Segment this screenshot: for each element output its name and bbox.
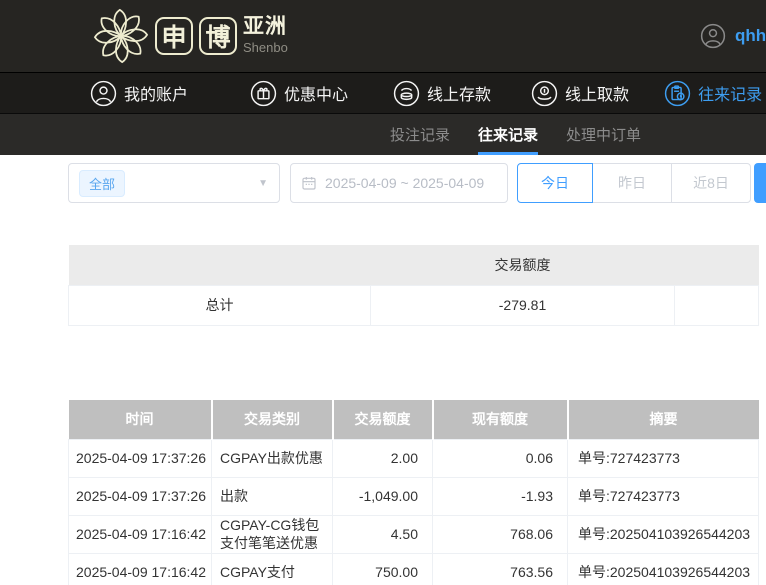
deposit-icon — [393, 80, 420, 107]
cell-balance: -1.93 — [433, 477, 568, 515]
table-row: 2025-04-09 17:16:42 CGPAY支付 750.00 763.5… — [69, 553, 759, 585]
summary-header-cell — [69, 245, 371, 285]
col-summary: 摘要 — [568, 400, 759, 439]
summary-total-value: -279.81 — [371, 285, 675, 325]
user-icon — [90, 80, 117, 107]
cell-balance: 763.56 — [433, 553, 568, 585]
summary-header-row: 交易额度 — [69, 245, 759, 285]
today-button[interactable]: 今日 — [517, 163, 593, 203]
search-button-partial[interactable] — [754, 163, 766, 203]
cell-summary: 单号:202504103926544203 — [568, 515, 759, 553]
nav-item-label: 线上取款 — [565, 81, 629, 105]
nav-item-withdraw[interactable]: 线上取款 — [531, 80, 629, 107]
logo-text: 亚洲 Shenbo — [243, 15, 288, 55]
user-avatar-icon — [700, 23, 726, 49]
summary-header-amount: 交易额度 — [371, 245, 675, 285]
cell-amount: -1,049.00 — [333, 477, 433, 515]
col-balance: 现有额度 — [433, 400, 568, 439]
cell-time: 2025-04-09 17:16:42 — [69, 515, 212, 553]
nav-item-label: 我的账户 — [124, 81, 188, 105]
table-row: 2025-04-09 17:37:26 CGPAY出款优惠 2.00 0.06 … — [69, 439, 759, 477]
cell-amount: 4.50 — [333, 515, 433, 553]
summary-total-row: 总计 -279.81 — [69, 285, 759, 325]
logo-char-shen: 申 — [155, 17, 193, 55]
table-row: 2025-04-09 17:16:42 CGPAY-CG钱包支付笔笔送优惠 4.… — [69, 515, 759, 553]
calendar-icon — [301, 175, 317, 191]
cell-type: CGPAY出款优惠 — [212, 439, 333, 477]
withdraw-icon — [531, 80, 558, 107]
logo-char-bo: 博 — [199, 17, 237, 55]
col-amount: 交易额度 — [333, 400, 433, 439]
nav-item-promotions[interactable]: 优惠中心 — [250, 80, 348, 107]
record-tabs: 投注记录 往来记录 处理中订单 — [0, 113, 766, 155]
cell-balance: 768.06 — [433, 515, 568, 553]
cell-summary: 单号:202504103926544203 — [568, 553, 759, 585]
nav-item-my-account[interactable]: 我的账户 — [90, 80, 188, 107]
nav-item-deposit[interactable]: 线上存款 — [393, 80, 491, 107]
logo-subtitle: Shenbo — [243, 40, 288, 55]
nav-item-label: 线上存款 — [427, 81, 491, 105]
tab-transaction-records[interactable]: 往来记录 — [478, 114, 538, 155]
cell-summary: 单号:727423773 — [568, 439, 759, 477]
main-nav: 我的账户 优惠中心 线上存款 线上取款 — [0, 72, 766, 113]
gift-icon — [250, 80, 277, 107]
account-menu[interactable]: qhhw — [700, 23, 766, 49]
cell-time: 2025-04-09 17:37:26 — [69, 477, 212, 515]
cell-balance: 0.06 — [433, 439, 568, 477]
nav-item-transactions[interactable]: 往来记录 — [664, 80, 762, 107]
cell-amount: 2.00 — [333, 439, 433, 477]
cell-type: CGPAY-CG钱包支付笔笔送优惠 — [212, 515, 333, 553]
username-label: qhhw — [735, 26, 766, 46]
col-type: 交易类别 — [212, 400, 333, 439]
summary-table: 交易额度 总计 -279.81 — [68, 245, 759, 326]
yesterday-button[interactable]: 昨日 — [592, 163, 672, 203]
table-row: 2025-04-09 17:37:26 出款 -1,049.00 -1.93 单… — [69, 477, 759, 515]
summary-total-label: 总计 — [69, 285, 371, 325]
tab-pending-orders[interactable]: 处理中订单 — [566, 114, 641, 155]
summary-header-cell — [675, 245, 759, 285]
records-icon — [664, 80, 691, 107]
tab-bet-records[interactable]: 投注记录 — [390, 114, 450, 155]
top-bar: 申 博 亚洲 Shenbo qhhw — [0, 0, 766, 72]
type-chip[interactable]: 全部 — [79, 170, 125, 197]
quick-date-buttons: 今日 昨日 近8日 — [517, 163, 751, 203]
nav-item-label: 往来记录 — [698, 81, 762, 105]
summary-empty-cell — [675, 285, 759, 325]
content-area: 全部 ▼ 2025-04-09 ~ 2025-04-09 今日 昨日 近8日 交 — [0, 155, 766, 585]
records-header-row: 时间 交易类别 交易额度 现有额度 摘要 — [69, 400, 759, 439]
nav-item-label: 优惠中心 — [284, 81, 348, 105]
records-table: 时间 交易类别 交易额度 现有额度 摘要 2025-04-09 17:37:26… — [68, 400, 759, 585]
cell-time: 2025-04-09 17:16:42 — [69, 553, 212, 585]
cell-time: 2025-04-09 17:37:26 — [69, 439, 212, 477]
cell-amount: 750.00 — [333, 553, 433, 585]
type-select[interactable]: 全部 ▼ — [68, 163, 280, 203]
cell-type: 出款 — [212, 477, 333, 515]
cell-summary: 单号:727423773 — [568, 477, 759, 515]
last8days-button[interactable]: 近8日 — [671, 163, 751, 203]
cell-type: CGPAY支付 — [212, 553, 333, 585]
date-range-picker[interactable]: 2025-04-09 ~ 2025-04-09 — [290, 163, 508, 203]
date-range-value: 2025-04-09 ~ 2025-04-09 — [325, 175, 484, 191]
col-time: 时间 — [69, 400, 212, 439]
chevron-down-icon: ▼ — [258, 178, 268, 189]
filter-row: 全部 ▼ 2025-04-09 ~ 2025-04-09 今日 昨日 近8日 — [68, 163, 766, 203]
logo-region-label: 亚洲 — [243, 15, 288, 38]
flower-logo-icon — [92, 7, 150, 65]
